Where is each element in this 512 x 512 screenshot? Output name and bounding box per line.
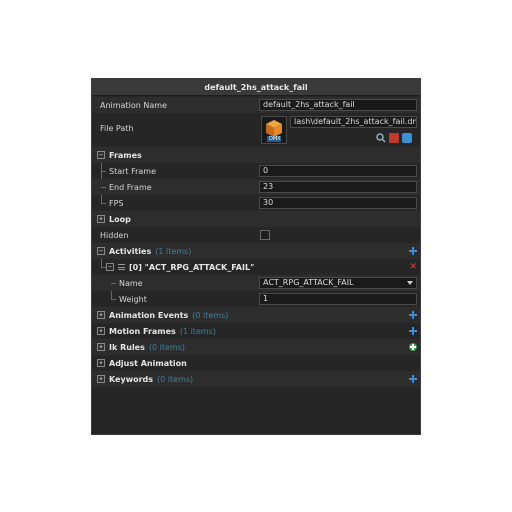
add-animation-event-icon[interactable] <box>409 311 417 319</box>
file-path-row: File Path DMX lash\default_2hs_attack_fa… <box>92 113 420 147</box>
frames-group-label: Frames <box>109 150 142 160</box>
activity-name-label: Name <box>119 278 143 288</box>
open-file-icon[interactable] <box>389 133 399 143</box>
activity-item-row[interactable]: − [0] "ACT_RPG_ATTACK_FAIL" ✕ <box>92 259 420 275</box>
activity-weight-label: Weight <box>119 294 147 304</box>
keywords-group-label: Keywords (0 items) <box>109 375 193 384</box>
panel-title: default_2hs_attack_fail <box>92 79 420 96</box>
activity-weight-input[interactable]: 1 <box>259 293 417 305</box>
tree-connector <box>101 203 106 204</box>
activity-item-label: [0] "ACT_RPG_ATTACK_FAIL" <box>129 262 255 272</box>
dmx-file-icon[interactable]: DMX <box>261 116 287 144</box>
loop-group-row[interactable]: + Loop <box>92 211 420 227</box>
animation-name-input[interactable]: default_2hs_attack_fail <box>259 99 417 111</box>
adjust-animation-group-row[interactable]: + Adjust Animation <box>92 355 420 371</box>
add-ik-rule-icon[interactable] <box>409 343 417 351</box>
frames-collapse-icon[interactable]: − <box>97 151 105 159</box>
animation-events-group-row[interactable]: + Animation Events (0 items) <box>92 307 420 323</box>
animation-events-label-text: Animation Events <box>109 310 189 320</box>
tree-connector <box>111 283 116 284</box>
motion-frames-count: (1 items) <box>179 326 216 336</box>
frames-group-row[interactable]: − Frames <box>92 147 420 163</box>
add-motion-frame-icon[interactable] <box>409 327 417 335</box>
activity-weight-row: Weight 1 <box>92 291 420 307</box>
ik-rules-group-label: Ik Rules (0 items) <box>109 343 185 352</box>
keywords-label-text: Keywords <box>109 374 154 384</box>
drag-handle-icon[interactable] <box>118 264 125 270</box>
remove-activity-icon[interactable]: ✕ <box>409 263 417 272</box>
animation-events-group-label: Animation Events (0 items) <box>109 311 228 320</box>
activities-group-row[interactable]: − Activities (1 items) <box>92 243 420 259</box>
animation-events-expand-icon[interactable]: + <box>97 311 105 319</box>
animation-name-label: Animation Name <box>100 100 167 110</box>
activities-collapse-icon[interactable]: − <box>97 247 105 255</box>
start-frame-label: Start Frame <box>109 166 157 176</box>
tree-connector <box>111 299 116 300</box>
ik-rules-count: (0 items) <box>148 342 185 352</box>
file-path-input[interactable]: lash\default_2hs_attack_fail.dmx <box>290 116 417 128</box>
adjust-animation-expand-icon[interactable]: + <box>97 359 105 367</box>
chevron-down-icon[interactable] <box>407 281 413 285</box>
keywords-expand-icon[interactable]: + <box>97 375 105 383</box>
activity-item-collapse-icon[interactable]: − <box>106 263 114 271</box>
ik-rules-group-row[interactable]: + Ik Rules (0 items) <box>92 339 420 355</box>
tree-connector <box>101 171 106 172</box>
activity-name-value: ACT_RPG_ATTACK_FAIL <box>263 278 354 287</box>
fps-label: FPS <box>109 198 124 208</box>
tree-connector <box>101 187 106 188</box>
activities-group-label: Activities (1 items) <box>109 247 191 256</box>
end-frame-input[interactable]: 23 <box>259 181 417 193</box>
activities-count: (1 items) <box>155 246 192 256</box>
start-frame-input[interactable]: 0 <box>259 165 417 177</box>
fps-row: FPS 30 <box>92 195 420 211</box>
hidden-label: Hidden <box>100 230 129 240</box>
fps-input[interactable]: 30 <box>259 197 417 209</box>
loop-group-label: Loop <box>109 214 131 224</box>
motion-frames-expand-icon[interactable]: + <box>97 327 105 335</box>
activities-label-text: Activities <box>109 246 152 256</box>
settings-icon[interactable] <box>402 133 412 143</box>
activity-name-row: Name ACT_RPG_ATTACK_FAIL <box>92 275 420 291</box>
end-frame-row: End Frame 23 <box>92 179 420 195</box>
adjust-animation-group-label: Adjust Animation <box>109 358 187 368</box>
animation-events-count: (0 items) <box>192 310 229 320</box>
ik-rules-label-text: Ik Rules <box>109 342 145 352</box>
motion-frames-label-text: Motion Frames <box>109 326 176 336</box>
motion-frames-group-label: Motion Frames (1 items) <box>109 327 216 336</box>
file-path-label: File Path <box>100 124 134 133</box>
animation-name-row: Animation Name default_2hs_attack_fail <box>92 97 420 113</box>
start-frame-row: Start Frame 0 <box>92 163 420 179</box>
search-icon[interactable] <box>376 133 386 143</box>
loop-expand-icon[interactable]: + <box>97 215 105 223</box>
motion-frames-group-row[interactable]: + Motion Frames (1 items) <box>92 323 420 339</box>
end-frame-label: End Frame <box>109 182 152 192</box>
keywords-group-row[interactable]: + Keywords (0 items) <box>92 371 420 387</box>
dmx-icon-text: DMX <box>269 136 281 142</box>
animation-properties-panel: default_2hs_attack_fail Animation Name d… <box>91 78 421 435</box>
ik-rules-expand-icon[interactable]: + <box>97 343 105 351</box>
hidden-row: Hidden <box>92 227 420 243</box>
add-activity-icon[interactable] <box>409 247 417 255</box>
hidden-checkbox[interactable] <box>260 230 270 240</box>
activity-name-select[interactable]: ACT_RPG_ATTACK_FAIL <box>259 277 417 289</box>
keywords-count: (0 items) <box>157 374 194 384</box>
add-keyword-icon[interactable] <box>409 375 417 383</box>
